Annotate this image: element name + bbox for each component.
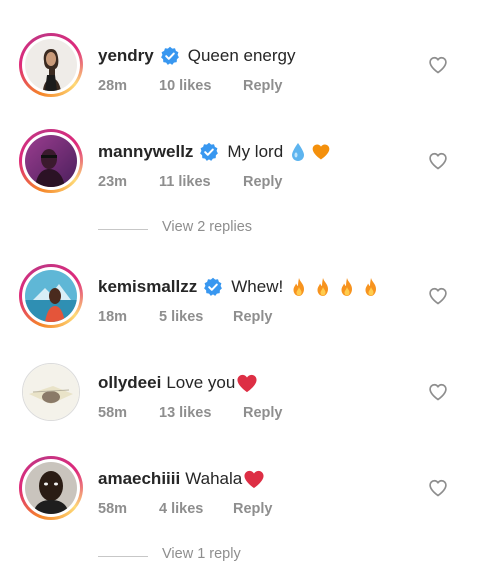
- reply-button[interactable]: Reply: [243, 78, 283, 94]
- reply-button[interactable]: Reply: [233, 309, 273, 325]
- fire-emoji: [293, 278, 305, 296]
- comment-item: kemismallzz Whew! 18m 5 likes Reply: [0, 264, 480, 344]
- heart-outline-icon[interactable]: [428, 55, 448, 75]
- comment-likes[interactable]: 11 likes: [159, 174, 211, 190]
- comment-likes[interactable]: 13 likes: [159, 405, 211, 421]
- comment-time: 58m: [98, 501, 128, 517]
- divider: [98, 229, 148, 230]
- comment-item: yendry Queen energy 28m 10 likes Reply: [0, 33, 480, 113]
- avatar[interactable]: [19, 129, 83, 193]
- orange-heart-emoji: [312, 144, 330, 160]
- comment-text: Wahala: [185, 469, 243, 488]
- fire-emoji: [317, 278, 329, 296]
- avatar[interactable]: [19, 456, 83, 520]
- avatar-photo: [23, 364, 79, 420]
- heart-outline-icon[interactable]: [428, 286, 448, 306]
- comment-username[interactable]: amaechiiii: [98, 468, 180, 490]
- comment-item: ollydeei Love you 58m 13 likes Reply: [0, 360, 480, 440]
- comment-time: 23m: [98, 174, 128, 190]
- droplet-emoji: [292, 143, 305, 161]
- avatar[interactable]: [19, 33, 83, 97]
- comment-text: Queen energy: [187, 46, 296, 65]
- comment-text: My lord: [227, 142, 284, 161]
- verified-badge-icon: [203, 277, 223, 297]
- heart-outline-icon[interactable]: [428, 382, 448, 402]
- reply-button[interactable]: Reply: [243, 174, 283, 190]
- fire-emoji: [365, 278, 377, 296]
- red-heart-emoji: [237, 374, 257, 393]
- avatar[interactable]: [22, 363, 80, 421]
- comment-likes[interactable]: 10 likes: [159, 78, 211, 94]
- fire-emoji: [341, 278, 353, 296]
- comment-username[interactable]: ollydeei: [98, 372, 161, 394]
- red-heart-emoji: [244, 470, 264, 489]
- view-replies-label[interactable]: View 2 replies: [162, 219, 252, 235]
- heart-outline-icon[interactable]: [428, 151, 448, 171]
- comment-time: 28m: [98, 78, 128, 94]
- comment-likes[interactable]: 4 likes: [159, 501, 203, 517]
- comment-username[interactable]: yendry: [98, 45, 154, 67]
- comment-username[interactable]: mannywellz: [98, 141, 193, 163]
- view-replies-button[interactable]: View 1 reply: [98, 546, 398, 566]
- comment-text: Love you: [166, 373, 236, 392]
- view-replies-label[interactable]: View 1 reply: [162, 546, 241, 562]
- comment-text: Whew!: [231, 277, 284, 296]
- avatar-photo: [25, 39, 77, 91]
- comment-likes[interactable]: 5 likes: [159, 309, 203, 325]
- avatar-photo: [25, 135, 77, 187]
- verified-badge-icon: [160, 46, 180, 66]
- divider: [98, 556, 148, 557]
- verified-badge-icon: [199, 142, 219, 162]
- view-replies-button[interactable]: View 2 replies: [98, 219, 398, 239]
- avatar-photo: [25, 462, 77, 514]
- comment-time: 18m: [98, 309, 128, 325]
- comment-item: mannywellz My lord 23m 11 likes Reply: [0, 129, 480, 209]
- avatar[interactable]: [19, 264, 83, 328]
- comment-item: amaechiiii Wahala 58m 4 likes Reply: [0, 456, 480, 536]
- reply-button[interactable]: Reply: [243, 405, 283, 421]
- comment-username[interactable]: kemismallzz: [98, 276, 197, 298]
- comment-time: 58m: [98, 405, 128, 421]
- reply-button[interactable]: Reply: [233, 501, 273, 517]
- heart-outline-icon[interactable]: [428, 478, 448, 498]
- avatar-photo: [25, 270, 77, 322]
